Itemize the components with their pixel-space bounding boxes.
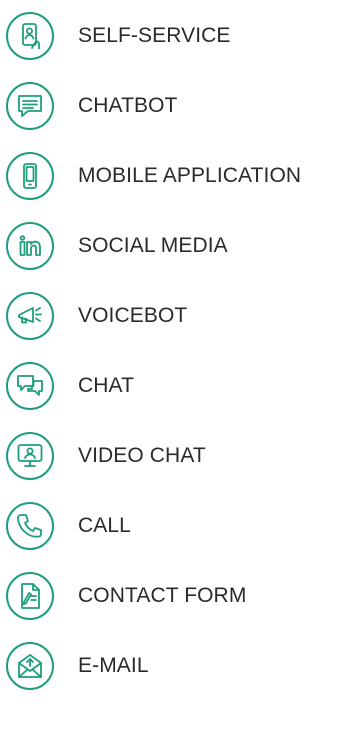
channel-item-contact-form: CONTACT FORM: [6, 568, 246, 624]
channel-label-email: E-MAIL: [78, 654, 149, 677]
channel-item-chatbot: CHATBOT: [6, 78, 177, 134]
channel-label-self-service: SELF-SERVICE: [78, 24, 231, 47]
channel-list: SELF-SERVICE CHATBOT MOBILE APPLICATION: [0, 0, 354, 733]
channel-item-chat: CHAT: [6, 358, 134, 414]
video-chat-icon: [6, 432, 54, 480]
self-service-icon: [6, 12, 54, 60]
channel-item-email: E-MAIL: [6, 638, 149, 694]
channel-label-chatbot: CHATBOT: [78, 94, 178, 117]
chatbot-icon: [6, 82, 54, 130]
megaphone-icon: [6, 292, 54, 340]
channel-label-contact-form: CONTACT FORM: [78, 584, 247, 607]
channel-label-social-media: SOCIAL MEDIA: [78, 234, 228, 257]
email-icon: [6, 642, 54, 690]
channel-item-call: CALL: [6, 498, 131, 554]
channel-item-self-service: SELF-SERVICE: [6, 8, 231, 64]
linkedin-icon: [6, 222, 54, 270]
channel-item-video-chat: VIDEO CHAT: [6, 428, 206, 484]
chat-bubbles-icon: [6, 362, 54, 410]
channel-label-chat: CHAT: [78, 374, 135, 397]
channel-item-mobile-application: MOBILE APPLICATION: [6, 148, 301, 204]
contact-form-icon: [6, 572, 54, 620]
channel-label-video-chat: VIDEO CHAT: [78, 444, 206, 467]
channel-item-voicebot: VOICEBOT: [6, 288, 187, 344]
channel-label-call: CALL: [78, 514, 131, 537]
phone-call-icon: [6, 502, 54, 550]
mobile-phone-icon: [6, 152, 54, 200]
channel-item-social-media: SOCIAL MEDIA: [6, 218, 228, 274]
channel-label-mobile-application: MOBILE APPLICATION: [78, 164, 302, 187]
channel-label-voicebot: VOICEBOT: [78, 304, 188, 327]
